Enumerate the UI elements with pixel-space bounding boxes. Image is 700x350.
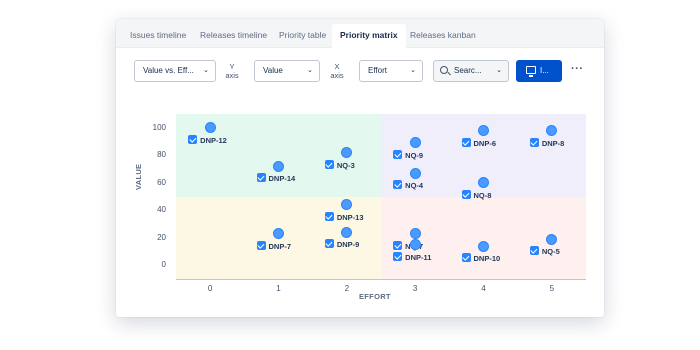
issue-key: NQ-8: [473, 190, 492, 200]
x-tick-label: 1: [276, 284, 281, 293]
issue-card-label[interactable]: NQ-4: [393, 180, 423, 191]
x-axis-caption-word: axis: [330, 71, 344, 80]
x-axis-select-value: Effort: [368, 66, 387, 75]
issue-key: DNP-12: [200, 135, 227, 145]
issue-card-label[interactable]: DNP-14: [256, 173, 296, 184]
issue-card-label[interactable]: NQ-5: [529, 246, 560, 257]
present-button-label: I...: [540, 66, 549, 75]
x-tick-label: 0: [207, 284, 213, 293]
issue-card-label[interactable]: DNP-8: [529, 137, 565, 149]
checkbox-icon: [188, 134, 198, 144]
checkbox-icon: [393, 251, 403, 261]
y-tick-label: 80: [157, 150, 166, 160]
y-tick-label: 0: [161, 260, 166, 270]
search-label: Searc...: [454, 66, 482, 75]
monitor-icon: [526, 66, 536, 77]
checkbox-icon: [324, 211, 334, 221]
preset-select[interactable]: Value vs. Eff... ⌄: [134, 60, 216, 82]
x-tick-label: 4: [481, 284, 486, 293]
issue-card-label[interactable]: DNP-6: [461, 137, 497, 149]
checkbox-icon: [324, 159, 334, 169]
checkbox-icon: [256, 240, 266, 250]
x-axis-title: EFFORT: [359, 292, 391, 301]
tab-issues-timeline[interactable]: Issues timeline: [122, 24, 194, 48]
priority-matrix-panel: Issues timeline Releases timeline Priori…: [116, 19, 604, 317]
tab-priority-matrix[interactable]: Priority matrix: [332, 24, 406, 48]
checkbox-icon: [393, 149, 403, 159]
data-point-dot[interactable]: [409, 239, 421, 251]
y-axis-select-value: Value: [263, 66, 283, 75]
tab-priority-table[interactable]: Priority table: [271, 24, 334, 48]
search-filter-button[interactable]: Searc... ⌄: [433, 60, 509, 82]
data-point-dot[interactable]: [409, 167, 421, 179]
data-point-dot[interactable]: [478, 125, 489, 136]
checkbox-icon: [256, 173, 266, 183]
more-options-button[interactable]: ···: [571, 60, 585, 82]
present-button[interactable]: I...: [516, 60, 562, 82]
y-tick-label: 100: [152, 122, 166, 132]
y-axis-caption: Y axis: [224, 62, 240, 80]
y-tick-label: 60: [157, 177, 166, 187]
data-point-dot[interactable]: [273, 160, 284, 172]
checkbox-icon: [393, 180, 403, 190]
y-axis-caption-letter: Y: [229, 62, 235, 71]
y-tick-label: 40: [157, 205, 166, 215]
checkbox-icon: [529, 137, 539, 147]
issue-card-label[interactable]: DNP-13: [324, 211, 364, 223]
issue-key: NQ-4: [405, 181, 424, 191]
y-axis-select[interactable]: Value ⌄: [254, 60, 320, 82]
issue-card-label[interactable]: DNP-9: [324, 239, 360, 250]
chevron-down-icon: ⌄: [307, 67, 313, 74]
issue-key: DNP-7: [268, 241, 292, 251]
x-axis-line: [176, 279, 586, 280]
issue-card-label[interactable]: DNP-12: [188, 134, 227, 146]
issue-key: DNP-14: [268, 174, 296, 184]
priority-matrix-chart: VALUE EFFORT 0 20 40 60 80 100 0 1 2 3 4 5 DNP-12 DNP…: [116, 98, 604, 317]
checkbox-icon: [529, 246, 539, 256]
issue-card-label[interactable]: DNP-10: [461, 253, 501, 264]
x-tick-label: 3: [412, 284, 418, 293]
issue-key: DNP-10: [473, 254, 501, 263]
issue-key: DNP-8: [541, 138, 565, 148]
checkbox-icon: [461, 189, 471, 199]
chevron-down-icon: ⌄: [410, 67, 416, 74]
matrix-toolbar: Value vs. Eff... ⌄ Y axis Value ⌄ X axis…: [116, 48, 604, 98]
data-point-dot[interactable]: [546, 233, 558, 245]
issue-card-label[interactable]: NQ-8: [461, 189, 492, 201]
x-tick-label: 2: [344, 284, 350, 293]
issue-key: NQ-3: [336, 160, 355, 170]
tab-releases-timeline[interactable]: Releases timeline: [192, 24, 275, 48]
chevron-down-icon: ⌄: [203, 67, 209, 74]
checkbox-icon: [393, 240, 403, 250]
checkbox-icon: [324, 239, 334, 249]
y-tick-label: 20: [157, 232, 166, 242]
issue-key: DNP-13: [336, 212, 364, 222]
issue-key: DNP-11: [405, 252, 432, 262]
x-axis-caption: X axis: [329, 62, 345, 80]
x-axis-select[interactable]: Effort ⌄: [359, 60, 423, 82]
issue-key: DNP-6: [473, 138, 497, 148]
view-tabs: Issues timeline Releases timeline Priori…: [116, 19, 604, 48]
data-point-dot[interactable]: [409, 137, 421, 149]
x-axis-caption-letter: X: [334, 62, 340, 71]
issue-card-label[interactable]: DNP-11: [393, 251, 432, 263]
issue-card-label[interactable]: NQ-3: [324, 159, 355, 171]
data-point-dot[interactable]: [204, 122, 216, 134]
issue-card-label[interactable]: DNP-7: [256, 240, 292, 252]
issue-key: NQ-9: [405, 150, 424, 160]
chevron-down-icon: ⌄: [496, 67, 502, 74]
checkbox-icon: [461, 137, 471, 147]
preset-select-value: Value vs. Eff...: [143, 66, 194, 75]
y-axis-caption-word: axis: [225, 71, 239, 80]
issue-key: DNP-9: [336, 240, 360, 250]
x-tick-label: 5: [549, 284, 555, 293]
data-point-dot[interactable]: [409, 228, 421, 240]
y-axis-title: VALUE: [134, 163, 143, 190]
data-point-dot[interactable]: [478, 240, 489, 252]
issue-key: NQ-5: [541, 247, 560, 257]
search-icon: [440, 66, 448, 74]
issue-card-label[interactable]: NQ-9: [393, 149, 424, 161]
tab-releases-kanban[interactable]: Releases kanban: [402, 24, 484, 48]
checkbox-icon: [461, 253, 471, 262]
